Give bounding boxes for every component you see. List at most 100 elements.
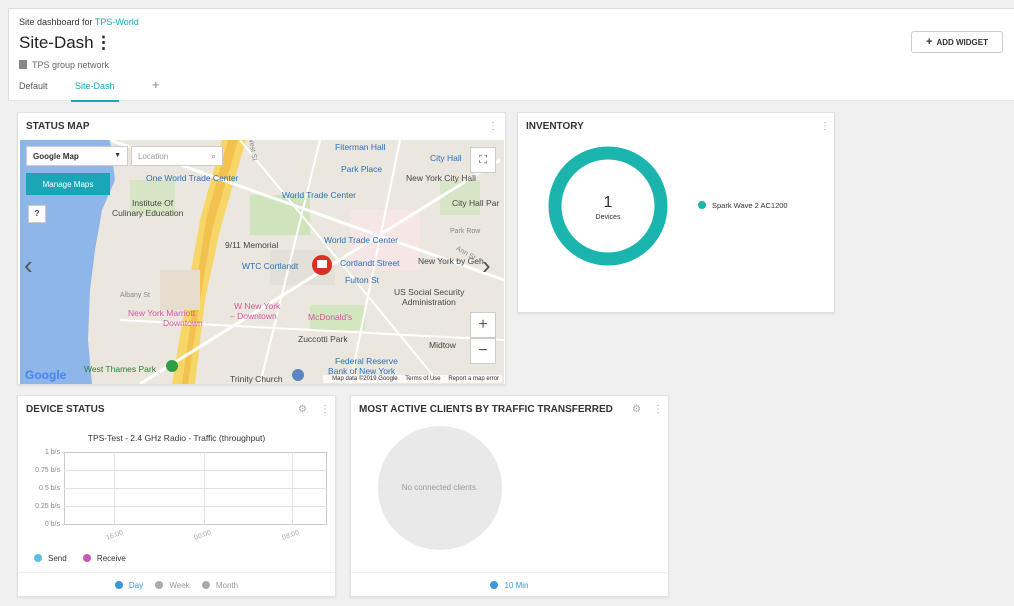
legend-receive[interactable]: Receive: [82, 554, 126, 563]
map-type-value: Google Map: [33, 152, 79, 161]
help-icon[interactable]: ?: [28, 205, 46, 223]
map-label: World Trade Center: [282, 190, 357, 200]
map-label: New York City Hall: [406, 173, 476, 183]
most-active-clients-card: MOST ACTIVE CLIENTS BY TRAFFIC TRANSFERR…: [350, 395, 669, 597]
inventory-card: INVENTORY ⋮ 1 Devices Spark Wave 2 AC120…: [517, 112, 835, 313]
time-range-10-min[interactable]: 10 Min: [351, 572, 668, 602]
range-label: Week: [169, 581, 190, 590]
map-data-credit: Map data ©2019 Google: [332, 376, 398, 382]
map-label: City Hall Par: [452, 198, 500, 208]
radio-dot: [490, 581, 499, 589]
previous-arrow-icon[interactable]: ‹: [24, 250, 33, 281]
report-error-link[interactable]: Report a map error: [448, 376, 499, 382]
dashboard-menu-icon[interactable]: ⋮: [95, 33, 112, 53]
y-tick-label: 0.5 b/s: [38, 485, 60, 492]
legend-label: Send: [48, 554, 67, 563]
tab-site-dash[interactable]: Site-Dash: [71, 81, 119, 102]
radio-dot: [155, 581, 164, 589]
plus-icon: +: [926, 36, 933, 48]
range-week[interactable]: Week: [155, 581, 190, 590]
map-label: Federal Reserve: [335, 356, 398, 366]
fullscreen-icon[interactable]: ⛶: [470, 147, 496, 173]
gear-icon[interactable]: ⚙: [632, 404, 641, 415]
y-tick-label: 0 b/s: [44, 521, 60, 528]
device-status-menu-icon[interactable]: ⋮: [320, 404, 330, 415]
location-search-input[interactable]: Location ⌕: [131, 146, 223, 166]
breadcrumb-site-link[interactable]: TPS-World: [95, 17, 139, 27]
range-label: Month: [215, 581, 239, 590]
legend-label: Spark Wave 2 AC1200: [712, 201, 788, 210]
range-label: 10 Min: [504, 581, 529, 590]
network-name: TPS group network: [32, 60, 110, 70]
map-label: 9/11 Memorial: [225, 240, 279, 250]
gear-icon[interactable]: ⚙: [298, 404, 307, 415]
device-status-card: DEVICE STATUS ⚙ ⋮ TPS-Test - 2.4 GHz Rad…: [17, 395, 336, 597]
chart-legend: Send Receive: [34, 554, 140, 563]
map-label: Fiterman Hall: [335, 142, 386, 152]
most-active-menu-icon[interactable]: ⋮: [653, 404, 663, 415]
map-label: Albany St: [120, 292, 150, 299]
map-footer: Map data ©2019 Google Terms of Use Repor…: [323, 375, 502, 383]
add-widget-label: ADD WIDGET: [936, 37, 988, 47]
network-icon: [19, 60, 27, 69]
empty-state-text: No connected clients.: [401, 483, 479, 492]
inventory-title: INVENTORY: [526, 121, 584, 132]
zoom-in-button[interactable]: +: [470, 312, 496, 338]
location-placeholder: Location: [138, 152, 169, 161]
y-tick-label: 1 b/s: [44, 449, 60, 456]
x-tick-label: 08:00: [281, 529, 301, 542]
map-label: Midtow: [429, 340, 456, 350]
map-label: West Thames Park: [84, 364, 156, 374]
legend-label: Receive: [96, 554, 126, 563]
status-map-card: STATUS MAP ⋮ Fiterman Hall Park Place Ci…: [17, 112, 506, 385]
device-count-label: Devices: [595, 214, 621, 221]
manage-maps-button[interactable]: Manage Maps: [26, 173, 110, 195]
map-label: – Downtown: [230, 311, 277, 321]
chevron-down-icon: ▼: [114, 152, 121, 159]
tab-default[interactable]: Default: [19, 81, 48, 102]
zoom-out-button[interactable]: −: [470, 338, 496, 364]
map-label: US Social Security: [394, 287, 465, 297]
legend-dot: [698, 201, 706, 209]
network-label: TPS group network: [19, 60, 109, 70]
map-label: McDonald's: [308, 312, 353, 322]
x-tick-label: 00:00: [193, 529, 213, 542]
map-label: City Hall: [430, 153, 462, 163]
page-title: Site-Dash: [19, 33, 94, 52]
map-label: Park Row: [450, 228, 481, 235]
next-arrow-icon[interactable]: ›: [482, 250, 491, 281]
map-label: One World Trade Center: [146, 173, 239, 183]
map-label: Fulton St: [345, 275, 380, 285]
device-count: 1: [603, 194, 613, 211]
chart-title: TPS-Test - 2.4 GHz Radio - Traffic (thro…: [87, 433, 266, 443]
traffic-chart-plot: [64, 452, 327, 525]
legend-dot: [82, 554, 91, 562]
range-day[interactable]: Day: [114, 581, 143, 590]
time-range-tabs: Day Week Month: [18, 572, 335, 602]
map-label: Culinary Education: [112, 208, 184, 218]
range-month[interactable]: Month: [201, 581, 239, 590]
terms-link[interactable]: Terms of Use: [405, 376, 440, 382]
status-map-menu-icon[interactable]: ⋮: [488, 121, 498, 132]
inventory-menu-icon[interactable]: ⋮: [820, 121, 830, 132]
map-label: WTC Cortlandt: [242, 261, 299, 271]
map-label: W New York: [234, 301, 281, 311]
page-header: Site dashboard for TPS-World Site-Dash ⋮…: [8, 8, 1014, 102]
inventory-legend: Spark Wave 2 AC1200: [698, 201, 788, 210]
status-map-title: STATUS MAP: [26, 121, 90, 132]
add-tab-icon[interactable]: +: [152, 77, 160, 98]
legend-send[interactable]: Send: [34, 554, 67, 563]
search-icon: ⌕: [210, 151, 216, 161]
inventory-donut: 1 Devices: [548, 146, 668, 266]
map-type-select[interactable]: Google Map ▼: [26, 146, 128, 166]
breadcrumb: Site dashboard for TPS-World: [19, 17, 139, 27]
map-label: Park Place: [341, 164, 383, 174]
map-view[interactable]: Fiterman Hall Park Place City Hall New Y…: [20, 140, 504, 384]
breadcrumb-prefix: Site dashboard for: [19, 17, 93, 27]
add-widget-button[interactable]: + ADD WIDGET: [911, 31, 1003, 53]
radio-dot: [201, 581, 210, 589]
legend-dot: [34, 554, 42, 562]
radio-dot: [114, 581, 123, 589]
map-label: Administration: [402, 297, 456, 307]
device-status-title: DEVICE STATUS: [26, 404, 105, 415]
